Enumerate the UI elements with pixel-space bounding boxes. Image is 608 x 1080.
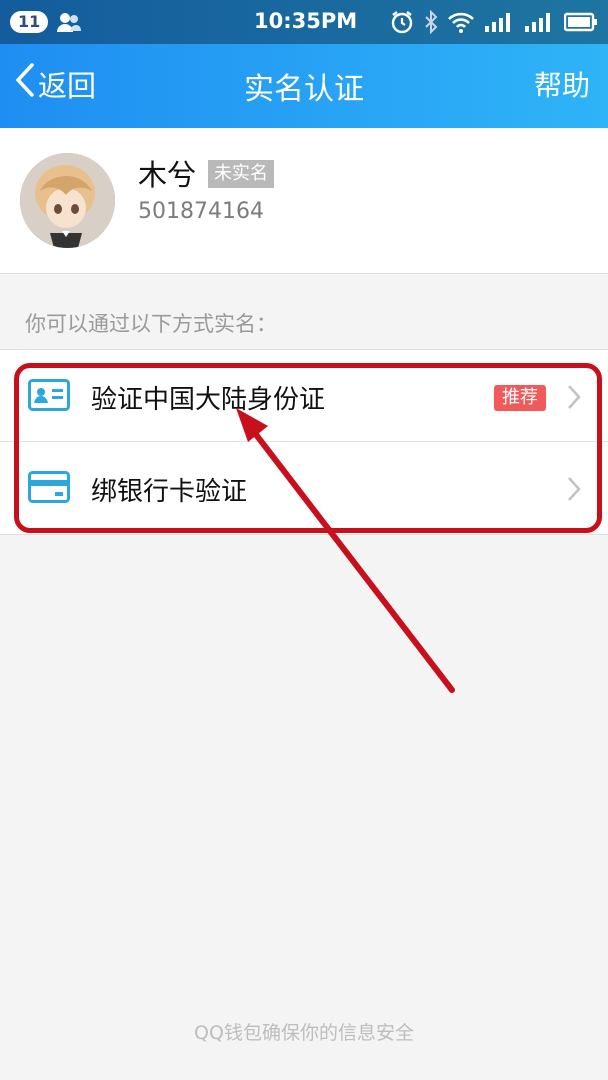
section-hint: 你可以通过以下方式实名： bbox=[25, 312, 277, 336]
status-time: 10:35PM bbox=[254, 9, 358, 33]
notification-count-badge: 11 bbox=[10, 11, 49, 33]
signal-icon bbox=[524, 9, 554, 35]
bluetooth-icon bbox=[424, 9, 438, 35]
verification-method-list: 验证中国大陆身份证 推荐 绑银行卡验证 bbox=[0, 349, 608, 535]
avatar bbox=[20, 153, 115, 248]
bank-card-verify-label: 绑银行卡验证 bbox=[91, 477, 248, 507]
nav-bar: 返回 实名认证 帮助 bbox=[0, 44, 608, 128]
profile-name: 木兮 bbox=[138, 158, 197, 192]
id-card-icon bbox=[28, 379, 70, 411]
id-card-verify-label: 验证中国大陆身份证 bbox=[91, 385, 326, 415]
wifi-icon bbox=[448, 9, 474, 35]
verification-status-badge: 未实名 bbox=[208, 160, 274, 188]
battery-icon bbox=[564, 9, 598, 35]
qq-number: 501874164 bbox=[138, 199, 264, 224]
chevron-right-icon bbox=[566, 384, 582, 410]
security-footer: QQ钱包确保你的信息安全 bbox=[194, 1022, 414, 1044]
contacts-icon bbox=[56, 9, 82, 35]
status-bar: 11 10:35PM bbox=[0, 0, 608, 44]
id-card-verify-item[interactable]: 验证中国大陆身份证 推荐 bbox=[0, 350, 608, 442]
profile-card: 木兮 未实名 501874164 bbox=[0, 128, 608, 274]
signal-icon bbox=[484, 9, 514, 35]
help-button[interactable]: 帮助 bbox=[534, 64, 590, 104]
app-header: 11 10:35PM 返回 实名认证 帮助 bbox=[0, 0, 608, 128]
bank-card-verify-item[interactable]: 绑银行卡验证 bbox=[0, 442, 608, 534]
recommend-badge: 推荐 bbox=[494, 385, 546, 411]
bank-card-icon bbox=[28, 471, 70, 503]
page-title: 实名认证 bbox=[244, 72, 364, 107]
alarm-icon bbox=[390, 9, 414, 35]
chevron-right-icon bbox=[566, 476, 582, 502]
